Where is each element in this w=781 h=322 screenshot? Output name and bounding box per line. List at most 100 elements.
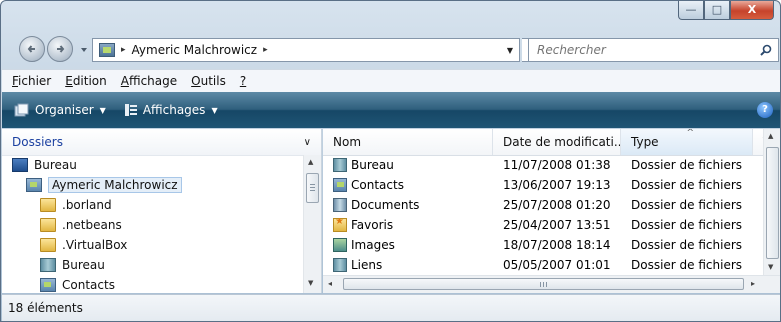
column-header-type[interactable]: Type <box>621 129 753 155</box>
forward-arrow-icon <box>57 45 65 53</box>
maximize-button[interactable]: □ <box>704 1 730 20</box>
back-button[interactable] <box>19 36 45 62</box>
address-dropdown-icon[interactable]: ▼ <box>501 46 519 55</box>
file-name: Favoris <box>351 218 394 232</box>
scroll-left-icon[interactable]: ◂ <box>328 279 332 288</box>
images-folder-icon <box>333 238 347 252</box>
item-count: 18 éléments <box>8 301 83 315</box>
scroll-thumb[interactable] <box>766 147 779 259</box>
file-name: Liens <box>351 258 383 272</box>
breadcrumb-separator: ▸ <box>121 45 126 55</box>
menu-help[interactable]: ? <box>240 74 246 88</box>
cell-name: Contacts <box>323 178 493 192</box>
close-button[interactable]: X <box>730 1 774 20</box>
cell-name: Liens <box>323 258 493 272</box>
organize-button[interactable]: Organiser ▼ <box>8 101 112 119</box>
tree-item-user[interactable]: Aymeric Malchrowicz <box>2 175 305 195</box>
menu-bar: Fichier Edition Affichage Outils ? <box>2 69 780 93</box>
contacts-folder-icon <box>40 278 56 292</box>
tree-item-label: .borland <box>62 198 112 212</box>
scroll-down-icon[interactable]: ▼ <box>768 263 773 271</box>
scroll-thumb[interactable] <box>343 278 744 290</box>
tree-item-desktop[interactable]: Bureau <box>2 155 305 175</box>
file-name: Bureau <box>351 158 394 172</box>
organize-dropdown-icon: ▼ <box>99 105 106 115</box>
address-bar[interactable]: ▸ Aymeric Malchrowicz ▸ ▼ <box>92 38 520 62</box>
explorer-window: — □ X ▸ Aymeric Malchrowicz ▸ ▼ ⇆ Fichie… <box>0 0 781 322</box>
tree-item-borland[interactable]: .borland <box>2 195 305 215</box>
chevron-down-icon[interactable]: ∨ <box>304 137 311 148</box>
search-input[interactable] <box>529 42 739 58</box>
table-row[interactable]: Contacts 13/06/2007 19:13 Dossier de fic… <box>323 175 763 195</box>
scroll-right-icon[interactable]: ▸ <box>751 279 755 288</box>
tree-item-netbeans[interactable]: .netbeans <box>2 215 305 235</box>
desktop-icon <box>12 158 28 172</box>
table-row[interactable]: Favoris 25/04/2007 13:51 Dossier de fich… <box>323 215 763 235</box>
table-row[interactable]: Images 18/07/2008 18:14 Dossier de fichi… <box>323 235 763 255</box>
tree-item-label: Aymeric Malchrowicz <box>48 177 182 193</box>
folder-tree: Bureau Aymeric Malchrowicz .borland .net… <box>2 155 305 293</box>
cell-type: Dossier de fichiers <box>631 258 743 272</box>
table-row[interactable]: Documents 25/07/2008 01:20 Dossier de fi… <box>323 195 763 215</box>
search-icon[interactable] <box>760 44 772 56</box>
cell-type: Dossier de fichiers <box>631 158 743 172</box>
cell-type: Dossier de fichiers <box>631 238 743 252</box>
tree-item-bureau[interactable]: Bureau <box>2 255 305 275</box>
table-row[interactable]: Liens 05/05/2007 01:01 Dossier de fichie… <box>323 255 763 275</box>
scroll-down-icon[interactable]: ▼ <box>308 279 313 287</box>
grip-line <box>310 184 315 185</box>
user-folder-icon <box>99 43 115 57</box>
tree-item-contacts[interactable]: Contacts <box>2 275 305 293</box>
cell-name: Bureau <box>323 158 493 172</box>
forward-button[interactable] <box>47 36 73 62</box>
folders-header-label: Dossiers <box>12 135 63 149</box>
column-header-name[interactable]: Nom <box>323 129 493 155</box>
breadcrumb-separator[interactable]: ▸ <box>263 45 268 55</box>
tree-item-label: .netbeans <box>62 218 122 232</box>
contacts-folder-icon <box>333 178 347 192</box>
file-list-hscrollbar[interactable]: ◂ ▸ <box>323 275 780 293</box>
search-box[interactable] <box>528 38 779 62</box>
folders-pane: Dossiers ∨ Bureau Aymeric Malchrowicz .b… <box>2 129 322 293</box>
folder-icon <box>40 238 56 252</box>
scroll-up-icon[interactable]: ▲ <box>308 158 313 166</box>
back-arrow-icon <box>27 45 35 53</box>
cell-date: 25/07/2008 01:20 <box>503 198 611 212</box>
folders-header[interactable]: Dossiers ∨ <box>2 129 321 156</box>
recent-pages-dropdown-icon[interactable] <box>80 46 88 54</box>
grip-line <box>310 190 315 191</box>
column-header-date[interactable]: Date de modificati... <box>493 129 621 155</box>
scroll-up-icon[interactable]: ▲ <box>768 132 773 140</box>
grip-line <box>546 282 547 287</box>
cell-type: Dossier de fichiers <box>631 198 743 212</box>
cell-date: 18/07/2008 18:14 <box>503 238 611 252</box>
cell-name: Documents <box>323 198 493 212</box>
minimize-button[interactable]: — <box>678 1 704 20</box>
grip-line <box>310 187 315 188</box>
folder-icon <box>40 218 56 232</box>
user-folder-icon <box>26 178 42 192</box>
file-name: Images <box>351 238 395 252</box>
views-icon <box>124 104 137 116</box>
file-list-vscrollbar[interactable]: ▲ ▼ <box>763 129 780 276</box>
menu-tools[interactable]: Outils <box>191 74 226 88</box>
desktop-folder-icon <box>333 158 347 172</box>
folders-scrollbar[interactable]: ▲ ▼ <box>303 155 321 293</box>
file-list: Bureau 11/07/2008 01:38 Dossier de fichi… <box>323 155 763 275</box>
tree-item-virtualbox[interactable]: .VirtualBox <box>2 235 305 255</box>
table-row[interactable]: Bureau 11/07/2008 01:38 Dossier de fichi… <box>323 155 763 175</box>
menu-view[interactable]: Affichage <box>121 74 177 88</box>
views-button[interactable]: Affichages ▼ <box>118 101 224 119</box>
status-bar: 18 éléments <box>2 294 780 321</box>
organize-label: Organiser <box>35 103 94 117</box>
cell-date: 25/04/2007 13:51 <box>503 218 611 232</box>
cell-date: 11/07/2008 01:38 <box>503 158 611 172</box>
tree-item-label: .VirtualBox <box>62 238 128 252</box>
file-name: Contacts <box>351 178 404 192</box>
cell-type: Dossier de fichiers <box>631 218 743 232</box>
scroll-thumb[interactable] <box>306 173 319 203</box>
breadcrumb-user[interactable]: Aymeric Malchrowicz <box>132 43 258 57</box>
menu-file[interactable]: Fichier <box>12 74 51 88</box>
help-icon[interactable]: ? <box>757 102 773 118</box>
menu-edit[interactable]: Edition <box>65 74 107 88</box>
